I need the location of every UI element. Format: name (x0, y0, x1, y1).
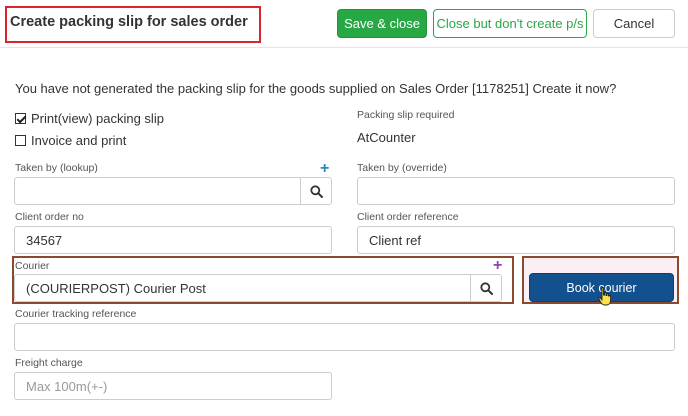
print-packing-slip-checkbox[interactable] (15, 113, 26, 124)
courier-search-button[interactable] (470, 275, 501, 301)
prompt-message: You have not generated the packing slip … (15, 81, 617, 96)
print-packing-slip-option[interactable]: Print(view) packing slip (15, 111, 164, 126)
client-order-no-input[interactable]: 34567 (14, 226, 332, 254)
taken-by-override-label: Taken by (override) (357, 162, 447, 174)
courier-tracking-input[interactable] (14, 323, 675, 351)
taken-by-search-button[interactable] (300, 178, 331, 204)
client-order-reference-label: Client order reference (357, 211, 459, 223)
close-no-ps-button[interactable]: Close but don't create p/s (433, 9, 587, 38)
search-icon (309, 184, 323, 198)
hand-cursor-icon (598, 287, 612, 306)
client-order-reference-input[interactable]: Client ref (357, 226, 675, 254)
packing-slip-required-label: Packing slip required (357, 109, 455, 121)
invoice-print-label: Invoice and print (31, 133, 127, 148)
invoice-print-option[interactable]: Invoice and print (15, 133, 126, 148)
save-close-button[interactable]: Save & close (337, 9, 427, 38)
freight-charge-input[interactable]: Max 100m(+-) (14, 372, 332, 400)
courier-input[interactable]: (COURIERPOST) Courier Post (15, 275, 470, 301)
search-icon (479, 281, 493, 295)
courier-label: Courier (15, 260, 50, 272)
freight-charge-label: Freight charge (15, 357, 83, 369)
client-order-no-label: Client order no (15, 211, 84, 223)
dialog-title: Create packing slip for sales order (10, 14, 248, 30)
packing-slip-required-value: AtCounter (357, 130, 416, 145)
header-divider (0, 47, 688, 48)
taken-by-lookup-input[interactable] (15, 178, 300, 204)
courier-tracking-label: Courier tracking reference (15, 308, 137, 320)
print-packing-slip-label: Print(view) packing slip (31, 111, 164, 126)
invoice-print-checkbox[interactable] (15, 135, 26, 146)
taken-by-lookup-field[interactable] (14, 177, 332, 205)
taken-by-override-input[interactable] (357, 177, 675, 205)
add-courier-icon[interactable]: + (493, 258, 502, 274)
cancel-button[interactable]: Cancel (593, 9, 675, 38)
add-taken-by-icon[interactable]: + (320, 161, 329, 177)
courier-field[interactable]: (COURIERPOST) Courier Post (14, 274, 502, 302)
taken-by-lookup-label: Taken by (lookup) (15, 162, 98, 174)
